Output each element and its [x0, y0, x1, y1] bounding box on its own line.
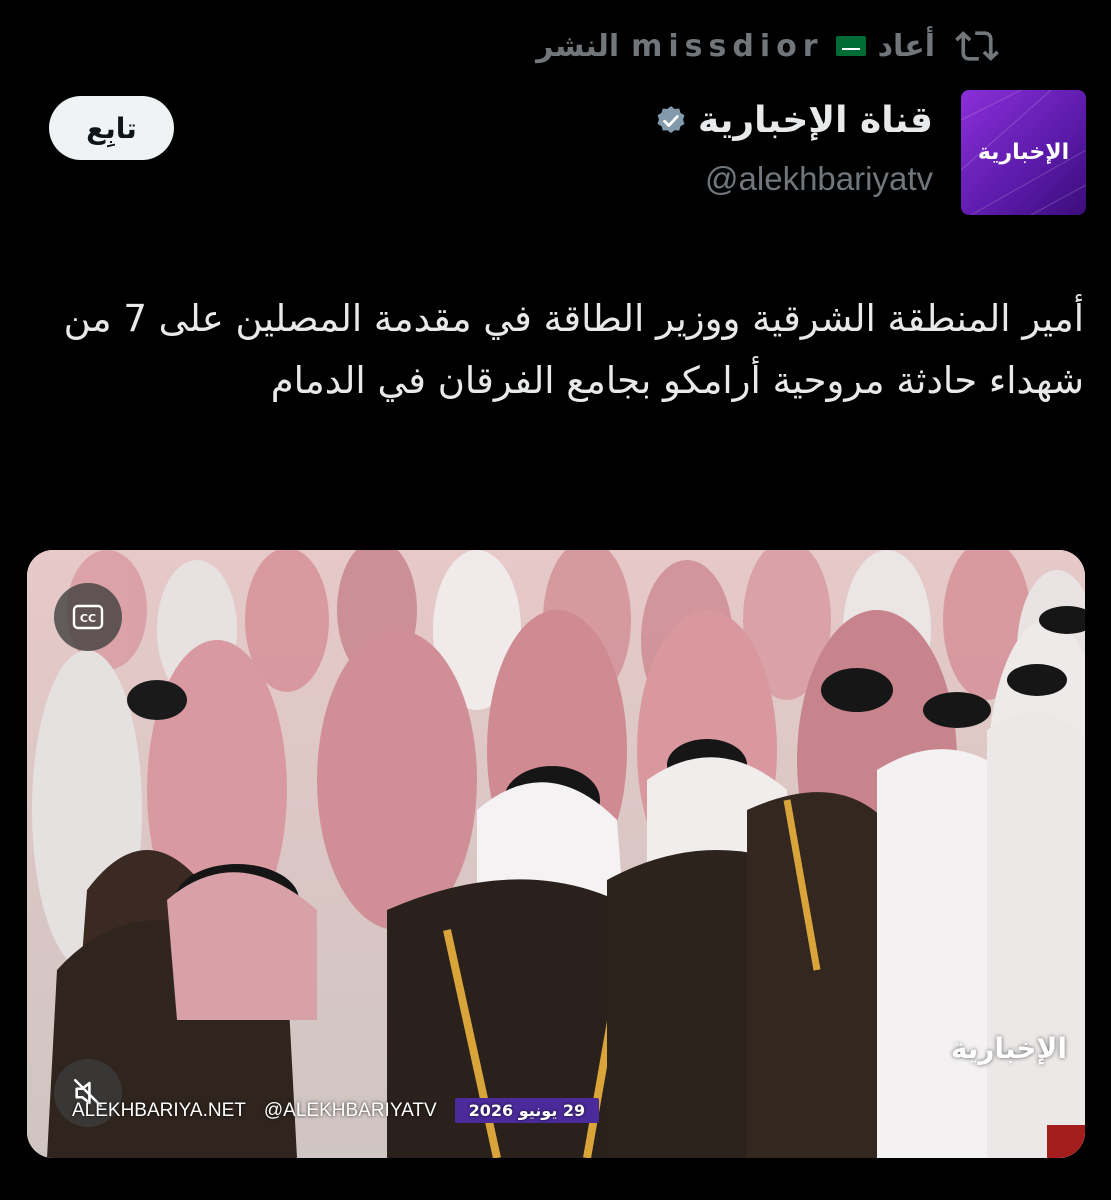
closed-captions-button[interactable]: CC — [54, 583, 122, 651]
display-name[interactable]: قناة الإخبارية — [698, 100, 933, 141]
account-handle[interactable]: @alekhbariyatv — [705, 160, 933, 198]
repost-icon — [955, 31, 999, 61]
avatar[interactable]: الإخبارية — [961, 90, 1086, 215]
video-player[interactable]: CC الإخبارية ALEKHBARIYA.NET @ALEKHBARIY… — [27, 550, 1085, 1158]
saudi-flag-icon — [835, 36, 866, 56]
tweet-view: أعاد missdior النشر الإخبارية قناة الإخب… — [0, 0, 1111, 1200]
repost-line[interactable]: أعاد missdior النشر — [536, 24, 999, 68]
video-frame — [27, 550, 1085, 1158]
repost-username[interactable]: missdior — [631, 29, 823, 64]
tweet-text: أمير المنطقة الشرقية ووزير الطاقة في مقد… — [63, 297, 1084, 402]
repost-suffix: النشر — [536, 28, 620, 64]
site-label: ALEKHBARIYA.NET — [72, 1099, 246, 1121]
follow-button[interactable]: تابِع — [49, 96, 174, 160]
avatar-logo-text: الإخبارية — [977, 140, 1070, 165]
verified-badge-icon — [657, 105, 685, 133]
account-name-row[interactable]: قناة الإخبارية — [654, 100, 933, 141]
closed-captions-icon: CC — [72, 604, 104, 630]
date-badge: 29 يونيو 2026 — [454, 1098, 600, 1123]
svg-text:CC: CC — [80, 612, 96, 625]
repost-label: أعاد — [877, 28, 935, 64]
video-lower-third: ALEKHBARIYA.NET @ALEKHBARIYATV 29 يونيو … — [72, 1098, 600, 1123]
channel-handle-label: @ALEKHBARIYATV — [263, 1099, 437, 1121]
channel-watermark: الإخبارية — [950, 1032, 1067, 1065]
